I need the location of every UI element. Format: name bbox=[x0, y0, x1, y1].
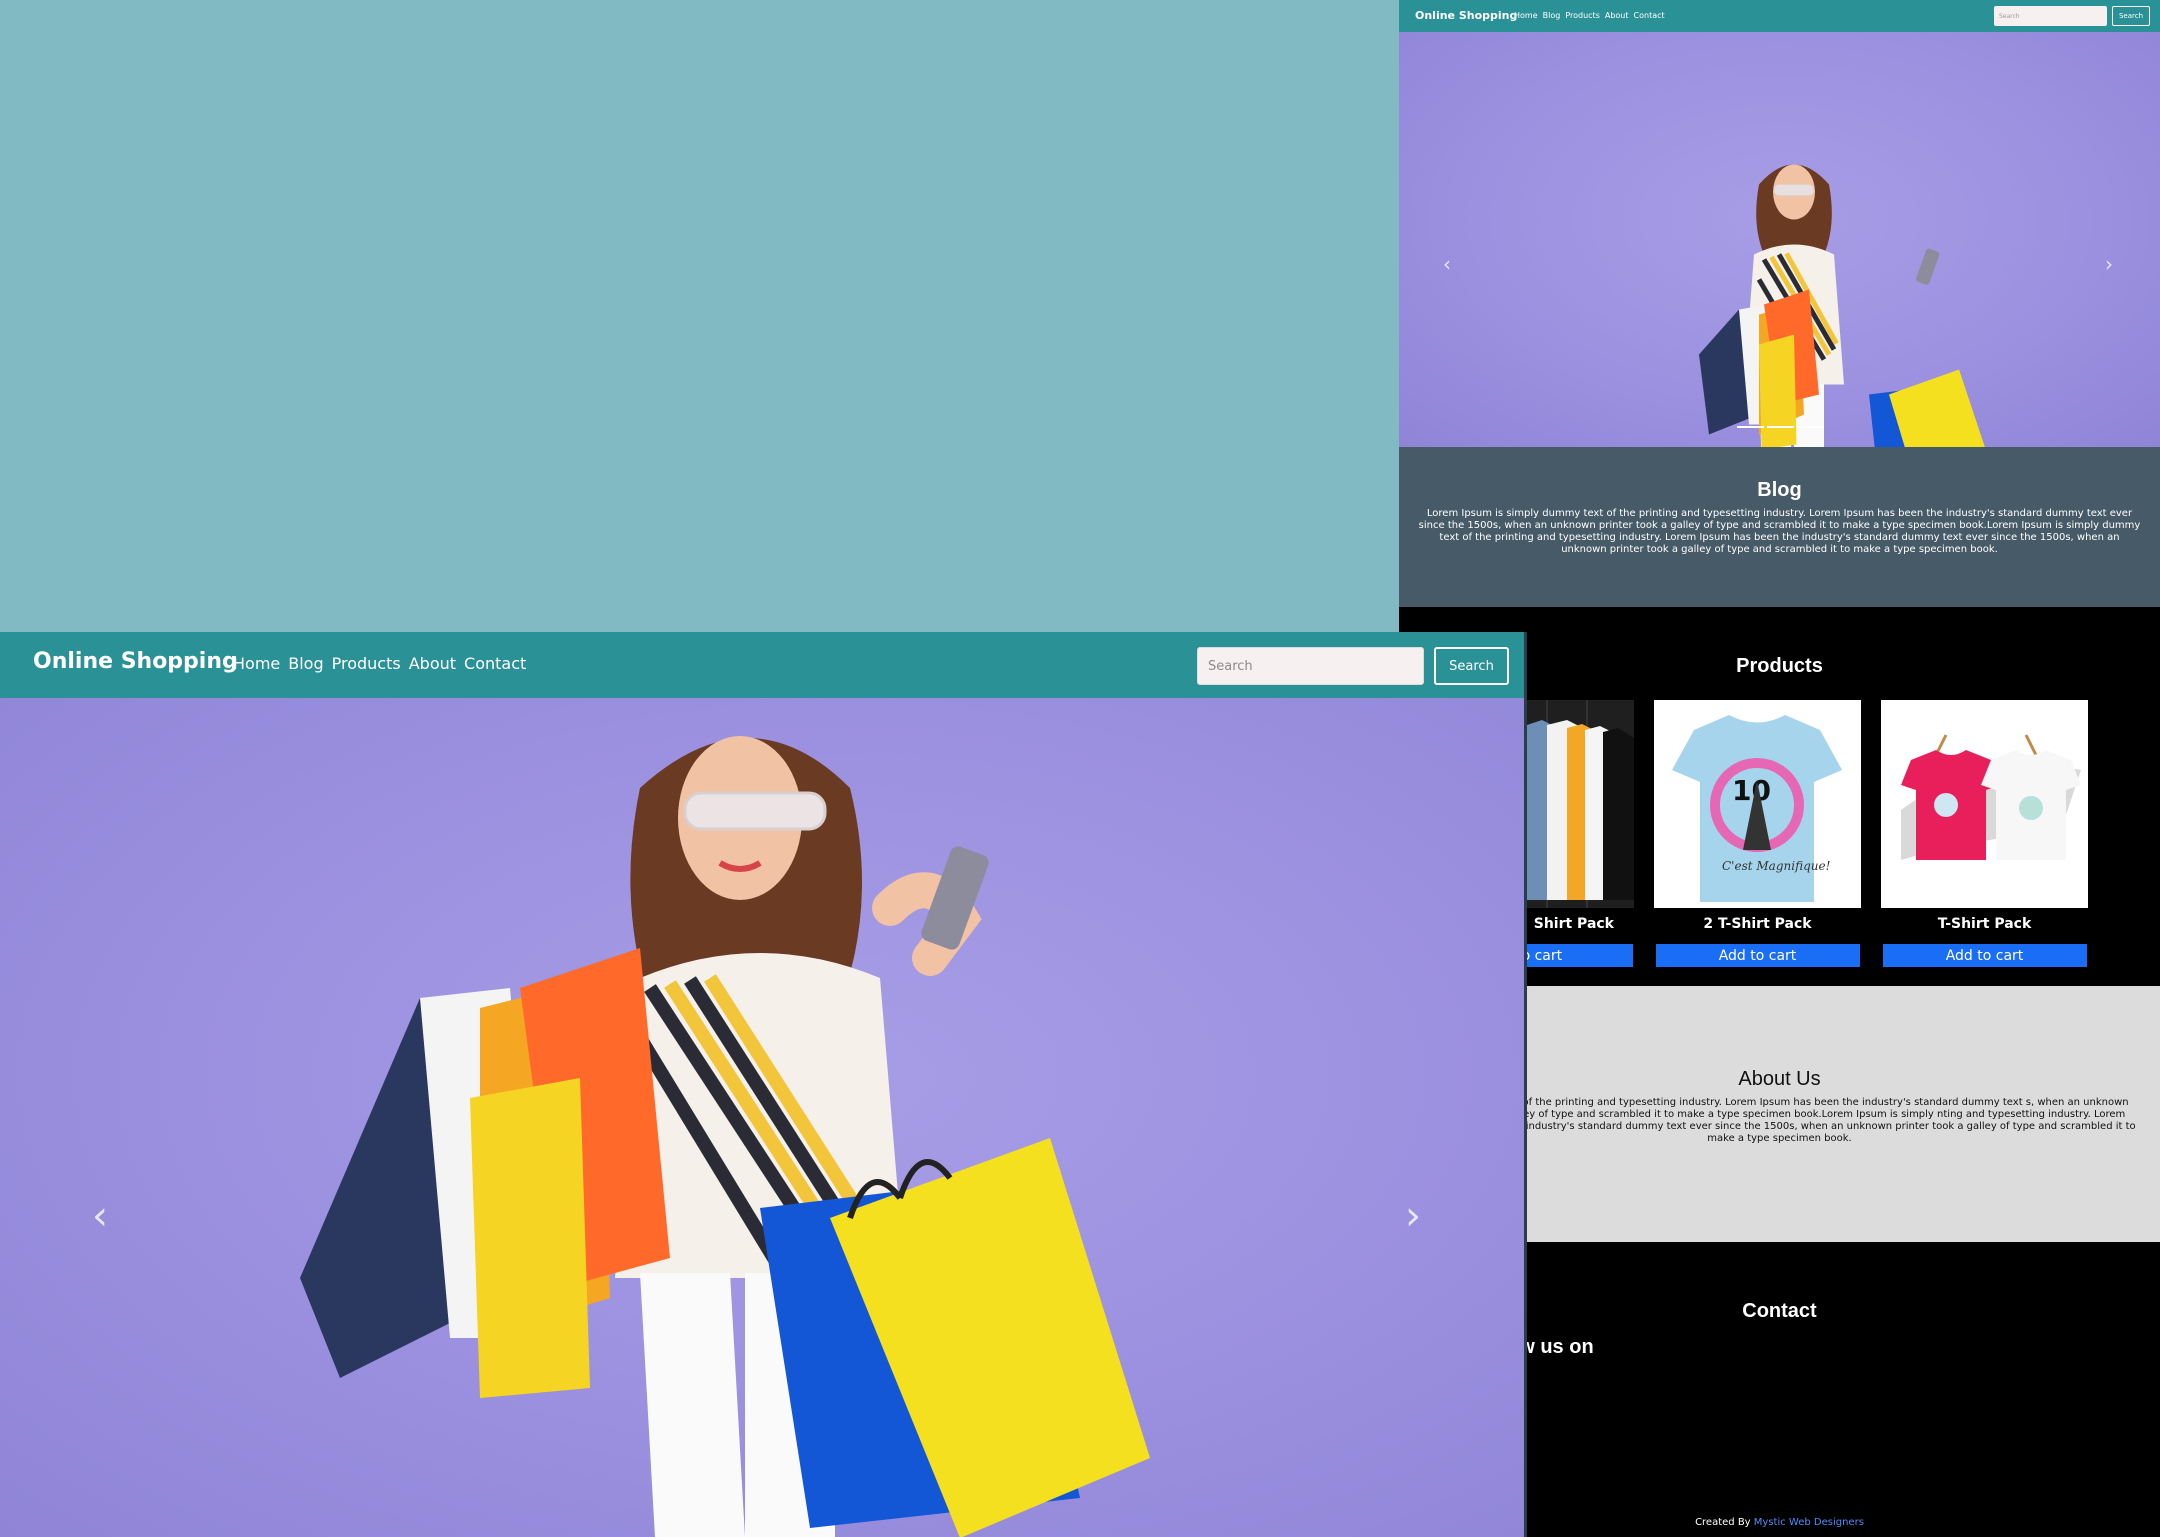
search-input[interactable]: Search bbox=[1994, 6, 2107, 26]
nav-link-home[interactable]: Home bbox=[233, 654, 280, 673]
nav-link-products[interactable]: Products bbox=[332, 654, 401, 673]
nav-link-blog[interactable]: Blog bbox=[288, 654, 323, 673]
nav-link-blog[interactable]: Blog bbox=[1543, 11, 1561, 20]
carousel-indicator[interactable] bbox=[1767, 426, 1794, 428]
product-name: Shirt Pack bbox=[1533, 916, 1614, 932]
add-to-cart-button[interactable]: Add to cart bbox=[1882, 944, 2087, 967]
footer-prefix: Created By bbox=[1695, 1517, 1751, 1528]
product-card: T-Shirt Pack Add to cart bbox=[1881, 700, 2088, 967]
nav-link-products[interactable]: Products bbox=[1565, 11, 1600, 20]
add-to-cart-button[interactable]: Add to cart bbox=[1655, 944, 1860, 967]
svg-text:C'est Magnifique!: C'est Magnifique! bbox=[1722, 859, 1831, 873]
nav-link-about[interactable]: About bbox=[409, 654, 456, 673]
hero-carousel: ‹ › bbox=[1399, 32, 2160, 447]
blog-title: Blog bbox=[1757, 479, 1802, 501]
brand-logo[interactable]: Online Shopping bbox=[1415, 9, 1517, 22]
tshirt-pack-image bbox=[1881, 700, 2088, 908]
carousel-indicators bbox=[1737, 426, 1824, 428]
svg-text:10: 10 bbox=[1732, 774, 1771, 807]
carousel-indicator[interactable] bbox=[1797, 426, 1824, 428]
blog-section: Blog Lorem Ipsum is simply dummy text of… bbox=[1399, 447, 2160, 607]
search-input[interactable]: Search bbox=[1197, 647, 1424, 685]
footer-link[interactable]: Mystic Web Designers bbox=[1754, 1517, 1864, 1528]
product-card: 10 C'est Magnifique! 2 T-Shirt Pack Add … bbox=[1654, 700, 1861, 967]
carousel-indicator[interactable] bbox=[1737, 426, 1764, 428]
navbar: Online Shopping Home Blog Products About… bbox=[1399, 0, 2160, 32]
foreground-browser-window: Online Shopping Home Blog Products About… bbox=[0, 632, 1527, 1537]
shopping-woman-image bbox=[300, 736, 1150, 1537]
carousel-next-icon[interactable]: › bbox=[1405, 1196, 1421, 1236]
navbar: Online Shopping Home Blog Products About… bbox=[0, 632, 1524, 698]
blog-text: Lorem Ipsum is simply dummy text of the … bbox=[1418, 508, 2141, 555]
shopping-woman-image bbox=[1699, 164, 1985, 447]
nav-links: Home Blog Products About Contact bbox=[1514, 11, 1665, 20]
search-button[interactable]: Search bbox=[1434, 647, 1509, 685]
nav-link-contact[interactable]: Contact bbox=[464, 654, 526, 673]
nav-links: Home Blog Products About Contact bbox=[233, 654, 526, 673]
brand-logo[interactable]: Online Shopping bbox=[33, 649, 238, 674]
hero-carousel: ‹ › bbox=[0, 698, 1524, 1537]
carousel-prev-icon[interactable]: ‹ bbox=[1443, 254, 1451, 274]
product-name: 2 T-Shirt Pack bbox=[1703, 916, 1812, 932]
product-list: Shirt Pack ld to cart 10 C'est Magnifiqu… bbox=[1427, 700, 2088, 967]
product-name: T-Shirt Pack bbox=[1937, 916, 2032, 932]
carousel-next-icon[interactable]: › bbox=[2105, 254, 2113, 274]
nav-link-contact[interactable]: Contact bbox=[1634, 11, 1665, 20]
nav-link-about[interactable]: About bbox=[1605, 11, 1629, 20]
tshirt-eiffel-image: 10 C'est Magnifique! bbox=[1654, 700, 1861, 908]
search-button[interactable]: Search bbox=[2112, 6, 2150, 26]
carousel-prev-icon[interactable]: ‹ bbox=[92, 1196, 108, 1236]
nav-link-home[interactable]: Home bbox=[1514, 11, 1538, 20]
